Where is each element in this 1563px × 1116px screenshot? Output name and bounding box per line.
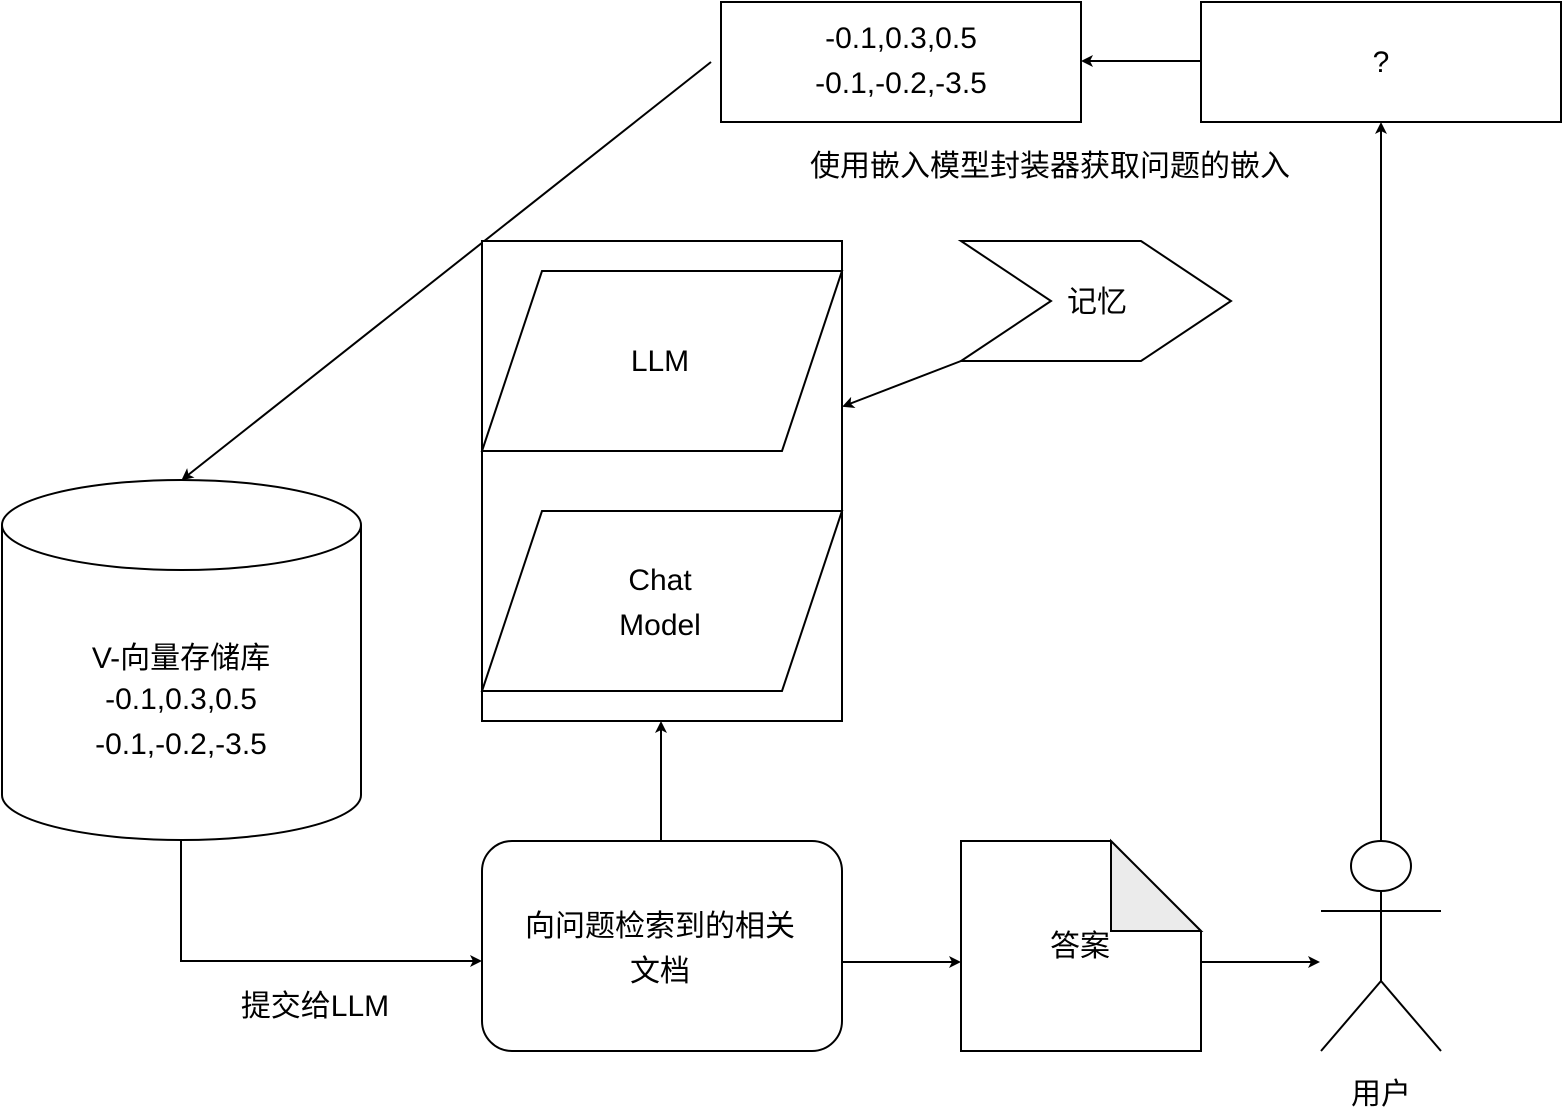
- chat-model-line-2: Model: [619, 609, 701, 642]
- embedding-box: -0.1,0.3,0.5 -0.1,-0.2,-3.5: [720, 1, 1082, 123]
- answer-label: 答案: [1050, 930, 1110, 963]
- arrow-store-to-docs: [180, 841, 482, 967]
- question-box: ?: [1200, 1, 1562, 123]
- vector-store: V-向量存储库 -0.1,0.3,0.5 -0.1,-0.2,-3.5: [1, 479, 362, 841]
- submit-label: 提交给LLM: [241, 990, 389, 1023]
- embedding-line-2: -0.1,-0.2,-3.5: [815, 67, 987, 100]
- user-label: 用户: [1351, 1078, 1411, 1111]
- memory-label: 记忆: [1067, 286, 1127, 319]
- vector-store-line-2: -0.1,0.3,0.5: [105, 683, 257, 716]
- folded-corner: [1110, 838, 1204, 932]
- retrieved-docs-line-2: 文档: [630, 955, 690, 988]
- embedding-line-1: -0.1,0.3,0.5: [825, 22, 977, 55]
- answer-document: 答案: [960, 838, 1204, 1052]
- rag-diagram: -0.1,0.3,0.5 -0.1,-0.2,-3.5 ? 使用嵌入模型封装器获…: [1, 1, 1562, 1111]
- arrow-memory-to-models: [842, 360, 962, 409]
- retrieved-docs-box: 向问题检索到的相关 文档: [481, 840, 843, 1052]
- chat-model-line-1: Chat: [628, 564, 692, 597]
- llm-label: LLM: [631, 345, 689, 378]
- chat-model-shape: [480, 510, 844, 692]
- user-actor-icon: [1320, 840, 1442, 1052]
- model-container: LLM Chat Model: [480, 240, 844, 722]
- embedding-caption: 使用嵌入模型封装器获取问题的嵌入: [810, 150, 1290, 183]
- retrieved-docs-line-1: 向问题检索到的相关: [525, 910, 795, 943]
- vector-store-line-3: -0.1,-0.2,-3.5: [95, 728, 267, 761]
- memory-shape: 记忆: [957, 240, 1233, 362]
- question-label: ?: [1373, 46, 1390, 79]
- vector-store-title: V-向量存储库: [92, 642, 270, 675]
